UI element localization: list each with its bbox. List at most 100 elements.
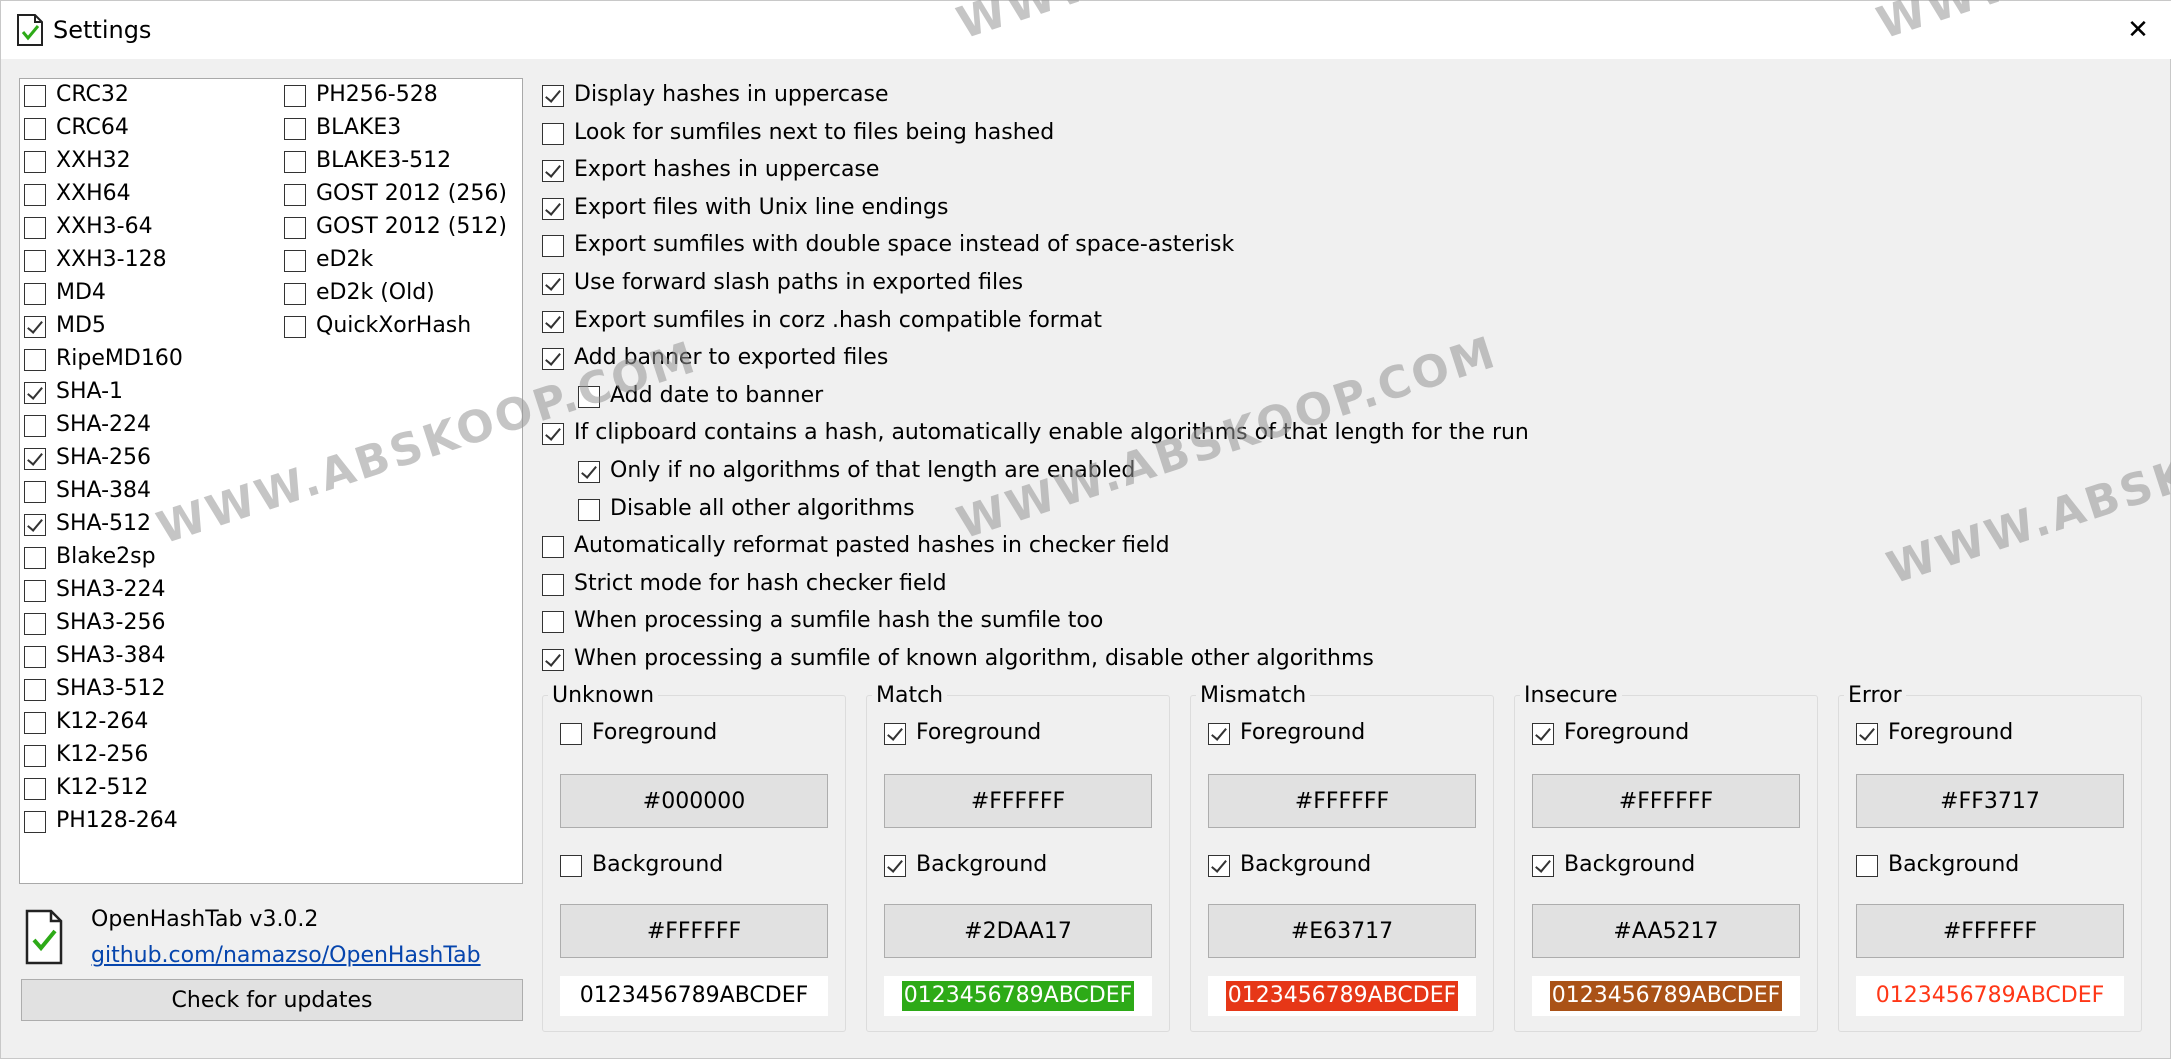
option-10-checkbox[interactable] [578,461,600,483]
settings-window: Settings ✕ CRC32 CRC64 XXH32 XXH64 XXH3-64 XX… [0,0,2171,1059]
option-4-checkbox[interactable] [542,235,564,258]
close-button[interactable]: ✕ [2104,1,2171,59]
file-check-icon [25,909,63,965]
background-color-button[interactable]: #E63717 [1208,904,1476,958]
option-2-checkbox[interactable] [542,160,564,183]
algo-18-checkbox[interactable] [24,679,46,701]
algo-6-label: MD4 [56,280,106,305]
algo-2-label: XXH32 [56,148,131,173]
background-1-label: Background [916,852,1048,877]
background-color-button[interactable]: #2DAA17 [884,904,1152,958]
algo-0-checkbox[interactable] [24,85,46,107]
option-12-label: Automatically reformat pasted hashes in … [574,533,1170,559]
color-group-title: Mismatch [1196,683,1311,709]
algo-20-checkbox[interactable] [24,745,46,767]
check-updates-button[interactable]: Check for updates [21,979,523,1021]
foreground-color-button[interactable]: #FFFFFF [1532,774,1800,828]
color-preview: 0123456789ABCDEF [1856,976,2124,1016]
file-check-icon [17,14,43,46]
algo2-2-checkbox[interactable] [284,151,306,173]
algo2-0-checkbox[interactable] [284,85,306,107]
option-5-checkbox[interactable] [542,273,564,295]
foreground-3-checkbox[interactable] [1532,723,1554,745]
preview-text: 0123456789ABCDEF [1549,981,1783,1011]
algo-11-checkbox[interactable] [24,448,46,470]
algo-22-checkbox[interactable] [24,811,46,833]
foreground-1-label: Foreground [916,720,1042,745]
window-title: Settings [53,16,152,44]
color-preview: 0123456789ABCDEF [1532,976,1800,1016]
foreground-0-checkbox[interactable] [560,723,582,745]
option-1-checkbox[interactable] [542,122,564,145]
algo2-1-checkbox[interactable] [284,118,306,140]
option-0-label: Display hashes in uppercase [574,82,889,107]
algo-5-checkbox[interactable] [24,250,46,272]
foreground-color-button[interactable]: #FFFFFF [884,774,1152,828]
algo-4-checkbox[interactable] [24,217,46,239]
algo2-5-checkbox[interactable] [284,250,306,272]
color-group-title: Match [872,683,948,709]
preview-text: 0123456789ABCDEF [901,981,1135,1011]
foreground-color-button[interactable]: #000000 [560,774,828,828]
option-3-checkbox[interactable] [542,197,564,220]
algo-17-checkbox[interactable] [24,646,46,668]
option-13-label: Strict mode for hash checker field [574,570,947,596]
color-preview: 0123456789ABCDEF [1208,976,1476,1016]
algo-19-checkbox[interactable] [24,712,46,734]
algo2-7-checkbox[interactable] [284,316,306,338]
option-3-label: Export files with Unix line endings [574,194,949,220]
algo-2-checkbox[interactable] [24,151,46,173]
algo-10-checkbox[interactable] [24,415,46,437]
color-group-title: Error [1844,683,1906,709]
option-7-checkbox[interactable] [542,348,564,371]
background-4-checkbox[interactable] [1856,855,1878,877]
option-11-label: Disable all other algorithms [610,495,915,521]
algo-3-checkbox[interactable] [24,184,46,206]
algo-21-checkbox[interactable] [24,778,46,800]
background-2-checkbox[interactable] [1208,855,1230,877]
algo-15-label: SHA3-224 [56,577,166,602]
algo-1-checkbox[interactable] [24,118,46,140]
foreground-2-label: Foreground [1240,720,1366,745]
algo-12-checkbox[interactable] [24,481,46,503]
algo-14-checkbox[interactable] [24,547,46,569]
option-12-checkbox[interactable] [542,536,564,559]
option-0-checkbox[interactable] [542,85,564,107]
github-link[interactable]: github.com/namazso/OpenHashTab [91,941,481,971]
option-6-checkbox[interactable] [542,310,564,333]
option-14-checkbox[interactable] [542,611,564,634]
algo-9-checkbox[interactable] [24,382,46,404]
background-0-label: Background [592,852,724,877]
algo-8-checkbox[interactable] [24,349,46,371]
algo-15-checkbox[interactable] [24,580,46,602]
algo2-6-checkbox[interactable] [284,283,306,305]
background-color-button[interactable]: #FFFFFF [560,904,828,958]
foreground-2-checkbox[interactable] [1208,723,1230,745]
background-3-checkbox[interactable] [1532,855,1554,877]
algo-16-checkbox[interactable] [24,613,46,635]
background-1-checkbox[interactable] [884,855,906,877]
foreground-1-checkbox[interactable] [884,723,906,745]
option-5-label: Use forward slash paths in exported file… [574,270,1024,295]
background-color-button[interactable]: #FFFFFF [1856,904,2124,958]
option-9-label: If clipboard contains a hash, automatica… [574,420,1529,446]
option-11-checkbox[interactable] [578,498,600,521]
algo-13-checkbox[interactable] [24,514,46,536]
algo-5-label: XXH3-128 [56,247,167,272]
algo-7-checkbox[interactable] [24,316,46,338]
algo-3-label: XXH64 [56,181,131,206]
option-13-checkbox[interactable] [542,573,564,596]
option-6-label: Export sumfiles in corz .hash compatible… [574,307,1102,333]
algo-6-checkbox[interactable] [24,283,46,305]
algo2-4-checkbox[interactable] [284,217,306,239]
algo-19-label: K12-264 [56,709,149,734]
algo2-3-checkbox[interactable] [284,184,306,206]
option-15-checkbox[interactable] [542,649,564,671]
algo2-6-label: eD2k (Old) [316,280,435,305]
background-color-button[interactable]: #AA5217 [1532,904,1800,958]
background-0-checkbox[interactable] [560,855,582,877]
foreground-3-label: Foreground [1564,720,1690,745]
foreground-color-button[interactable]: #FFFFFF [1208,774,1476,828]
foreground-color-button[interactable]: #FF3717 [1856,774,2124,828]
foreground-4-checkbox[interactable] [1856,723,1878,745]
